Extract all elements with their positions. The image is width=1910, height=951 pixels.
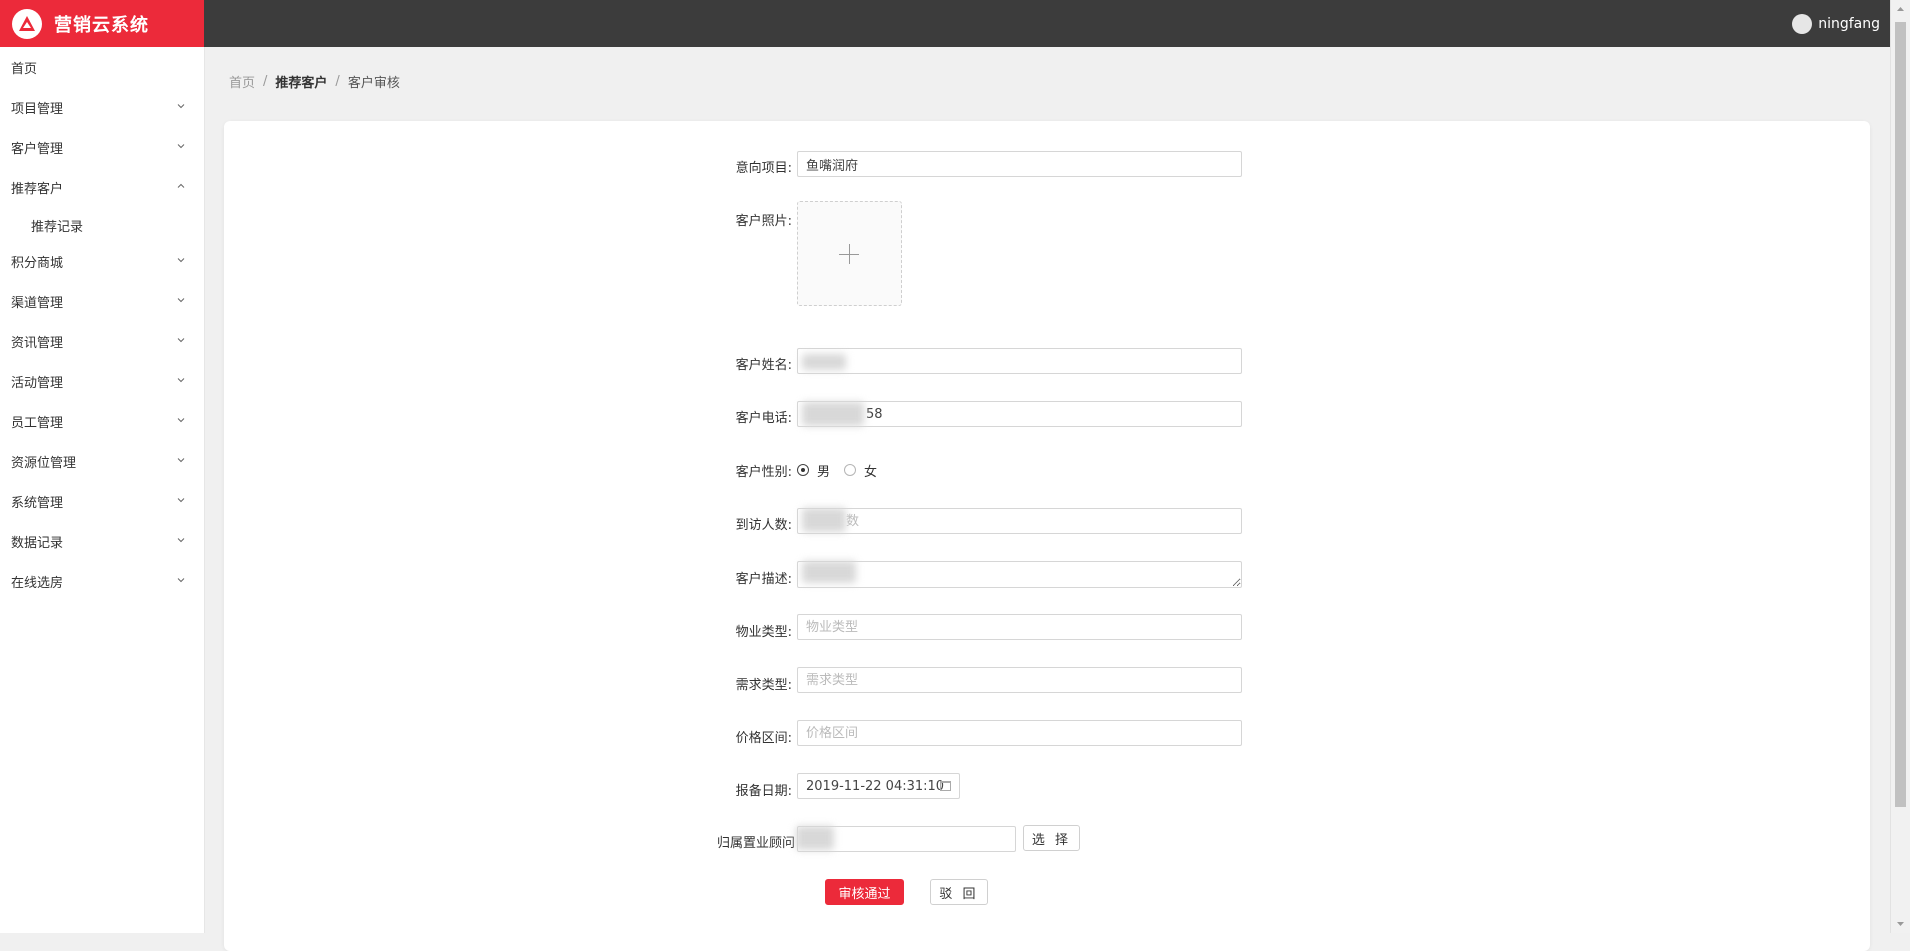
select-consultant-button[interactable]: 选 择 bbox=[1023, 825, 1080, 851]
gender-radio-female[interactable] bbox=[844, 464, 856, 476]
scroll-up-icon[interactable] bbox=[1891, 0, 1910, 18]
breadcrumb: 首页 / 推荐客户 / 客户审核 bbox=[229, 72, 400, 91]
visitors-label: 到访人数: bbox=[735, 518, 792, 533]
sidebar-item-label: 在线选房 bbox=[11, 575, 64, 591]
chevron-down-icon bbox=[177, 378, 185, 383]
sidebar-item-label: 项目管理 bbox=[11, 101, 64, 117]
username[interactable]: ningfang bbox=[1818, 16, 1880, 32]
sidebar-item-label: 活动管理 bbox=[11, 375, 64, 391]
chevron-down-icon bbox=[177, 498, 185, 503]
breadcrumb-home[interactable]: 首页 bbox=[229, 72, 255, 91]
redaction-blur bbox=[802, 561, 856, 583]
calendar-icon bbox=[940, 781, 951, 791]
scroll-down-icon[interactable] bbox=[1891, 915, 1910, 933]
sidebar: 首页 项目管理 客户管理 推荐客户 推荐记录 积分商城 渠道管理 资讯管理 活动… bbox=[0, 47, 205, 933]
sidebar-item-points-mall[interactable]: 积分商城 bbox=[0, 241, 204, 281]
name-field[interactable] bbox=[797, 348, 1242, 374]
sidebar-item-label: 首页 bbox=[11, 61, 38, 77]
sidebar-subitem-label: 推荐记录 bbox=[31, 219, 84, 235]
app-title: 营销云系统 bbox=[54, 14, 149, 36]
sidebar-item-label: 资讯管理 bbox=[11, 335, 64, 351]
redaction-blur bbox=[802, 402, 864, 426]
logo-icon bbox=[12, 8, 42, 39]
chevron-down-icon bbox=[177, 338, 185, 343]
sidebar-item-label: 数据记录 bbox=[11, 535, 64, 551]
sidebar-item-label: 积分商城 bbox=[11, 255, 64, 271]
chevron-down-icon bbox=[177, 578, 185, 583]
visitors-field[interactable] bbox=[797, 508, 1242, 534]
consultant-label: 归属置业顾问 bbox=[716, 836, 795, 851]
sidebar-item-label: 资源位管理 bbox=[11, 455, 77, 471]
logo-area[interactable]: 营销云系统 bbox=[0, 0, 204, 47]
sidebar-item-activity-management[interactable]: 活动管理 bbox=[0, 361, 204, 401]
gender-option-female[interactable]: 女 bbox=[864, 461, 877, 480]
project-label: 意向项目: bbox=[735, 161, 792, 176]
gender-option-male[interactable]: 男 bbox=[817, 461, 830, 480]
chevron-down-icon bbox=[177, 104, 185, 109]
sidebar-item-project-management[interactable]: 项目管理 bbox=[0, 87, 204, 127]
sidebar-item-news-management[interactable]: 资讯管理 bbox=[0, 321, 204, 361]
sidebar-subitem-recommend-records[interactable]: 推荐记录 bbox=[0, 209, 204, 241]
redaction-blur bbox=[802, 354, 846, 370]
price-range-label: 价格区间: bbox=[735, 731, 792, 746]
description-label: 客户描述: bbox=[735, 572, 792, 587]
property-type-label: 物业类型: bbox=[735, 625, 792, 640]
page-scrollbar[interactable] bbox=[1890, 0, 1910, 933]
chevron-down-icon bbox=[177, 258, 185, 263]
avatar[interactable] bbox=[1792, 13, 1813, 34]
demand-type-label: 需求类型: bbox=[735, 678, 792, 693]
gender-label: 客户性别: bbox=[735, 465, 792, 480]
sidebar-item-label: 推荐客户 bbox=[11, 181, 64, 197]
photo-label: 客户照片: bbox=[735, 214, 792, 229]
chevron-down-icon bbox=[177, 418, 185, 423]
report-date-label: 报备日期: bbox=[735, 784, 792, 799]
sidebar-item-resource-management[interactable]: 资源位管理 bbox=[0, 441, 204, 481]
report-date-value: 2019-11-22 04:31:10 bbox=[806, 778, 945, 794]
sidebar-item-label: 渠道管理 bbox=[11, 295, 64, 311]
name-label: 客户姓名: bbox=[735, 358, 792, 373]
sidebar-item-channel-management[interactable]: 渠道管理 bbox=[0, 281, 204, 321]
property-type-field[interactable] bbox=[797, 614, 1242, 640]
sidebar-item-online-room-selection[interactable]: 在线选房 bbox=[0, 561, 204, 601]
sidebar-item-system-management[interactable]: 系统管理 bbox=[0, 481, 204, 521]
sidebar-item-label: 员工管理 bbox=[11, 415, 64, 431]
plus-icon-vertical bbox=[849, 244, 850, 264]
chevron-down-icon bbox=[177, 144, 185, 149]
chevron-up-icon bbox=[177, 183, 185, 188]
project-field[interactable] bbox=[797, 151, 1242, 177]
breadcrumb-separator: / bbox=[335, 74, 340, 89]
demand-type-field[interactable] bbox=[797, 667, 1242, 693]
report-date-picker[interactable]: 2019-11-22 04:31:10 bbox=[797, 773, 960, 799]
sidebar-item-label: 系统管理 bbox=[11, 495, 64, 511]
redaction-blur bbox=[796, 826, 834, 850]
photo-upload[interactable] bbox=[797, 201, 902, 306]
user-menu[interactable]: ningfang bbox=[1792, 0, 1880, 47]
scrollbar-thumb[interactable] bbox=[1895, 22, 1906, 807]
description-field[interactable] bbox=[797, 561, 1242, 588]
breadcrumb-parent[interactable]: 推荐客户 bbox=[275, 72, 327, 91]
phone-label: 客户电话: bbox=[735, 411, 792, 426]
chevron-down-icon bbox=[177, 458, 185, 463]
sidebar-item-customer-management[interactable]: 客户管理 bbox=[0, 127, 204, 167]
sidebar-item-home[interactable]: 首页 bbox=[0, 47, 204, 87]
chevron-down-icon bbox=[177, 298, 185, 303]
redaction-blur bbox=[802, 508, 846, 532]
sidebar-item-label: 客户管理 bbox=[11, 141, 64, 157]
breadcrumb-separator: / bbox=[263, 74, 268, 89]
reject-button[interactable]: 驳 回 bbox=[930, 879, 988, 905]
chevron-down-icon bbox=[177, 538, 185, 543]
approve-button[interactable]: 审核通过 bbox=[825, 879, 904, 905]
sidebar-item-staff-management[interactable]: 员工管理 bbox=[0, 401, 204, 441]
sidebar-item-recommended-customers[interactable]: 推荐客户 bbox=[0, 167, 204, 207]
top-header: 营销云系统 ningfang bbox=[0, 0, 1910, 47]
gender-radio-male[interactable] bbox=[797, 464, 809, 476]
price-range-field[interactable] bbox=[797, 720, 1242, 746]
breadcrumb-current: 客户审核 bbox=[347, 76, 400, 91]
sidebar-item-data-records[interactable]: 数据记录 bbox=[0, 521, 204, 561]
